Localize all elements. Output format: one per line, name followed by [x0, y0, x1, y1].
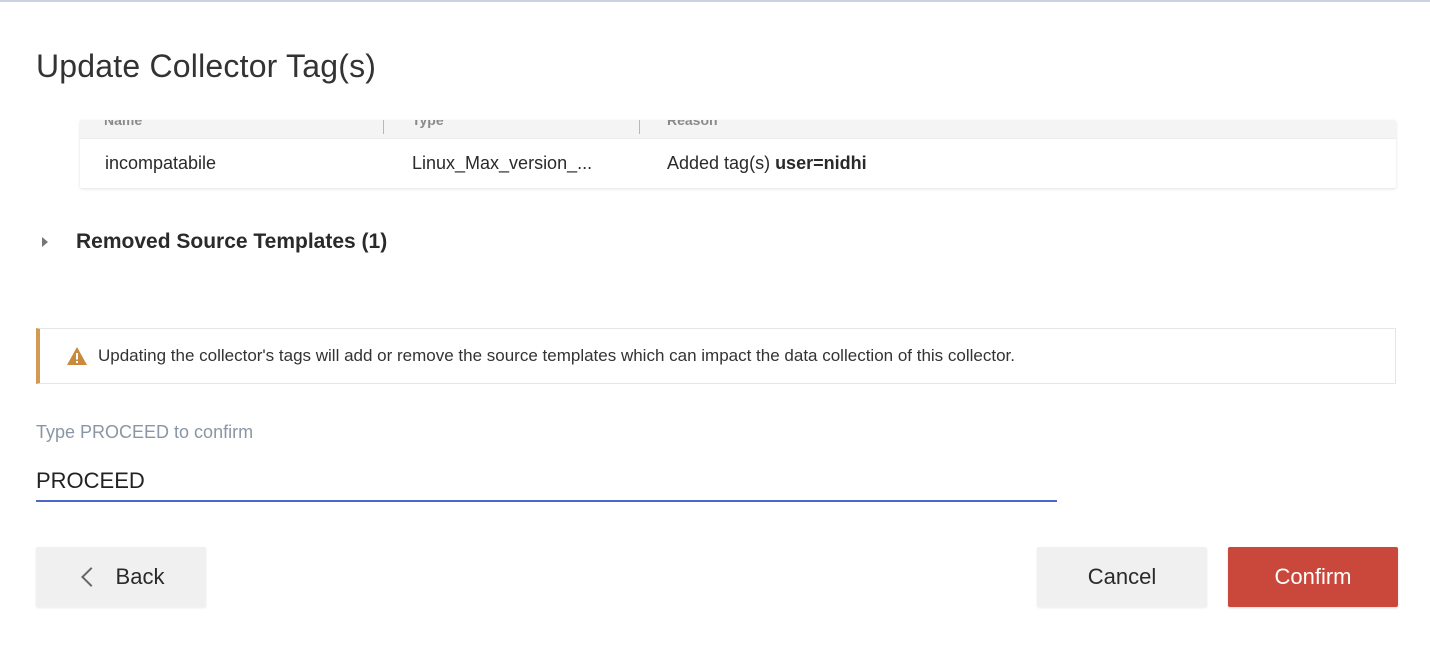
- column-header-type: Type: [412, 120, 444, 128]
- cell-name: incompatabile: [105, 153, 217, 173]
- cell-type: Linux_Max_version_...: [412, 153, 593, 173]
- confirm-button-label: Confirm: [1274, 564, 1352, 589]
- reason-tag: user=nidhi: [775, 153, 867, 173]
- cancel-button-label: Cancel: [1087, 564, 1157, 589]
- chevron-left-icon: [80, 567, 101, 587]
- back-button-label: Back: [115, 564, 165, 589]
- column-header-name: Name: [104, 120, 143, 128]
- back-button[interactable]: Back: [36, 547, 206, 607]
- removed-templates-label: Removed Source Templates (1): [76, 230, 388, 253]
- column-divider: [639, 120, 640, 134]
- proceed-confirm-input[interactable]: [36, 462, 1057, 502]
- confirm-field-label: Type PROCEED to confirm: [36, 422, 254, 442]
- column-header-reason: Reason: [667, 120, 718, 128]
- warning-icon: [67, 347, 87, 365]
- added-templates-table: Name Type Reason incompatabile Linux_Max…: [80, 120, 1396, 188]
- table-row: incompatabile Linux_Max_version_... Adde…: [80, 138, 1396, 188]
- confirm-button[interactable]: Confirm: [1228, 547, 1398, 607]
- cell-reason: Added tag(s) user=nidhi: [667, 153, 867, 174]
- removed-templates-toggle[interactable]: Removed Source Templates (1): [42, 228, 387, 256]
- alert-message: Updating the collector's tags will add o…: [98, 346, 1015, 365]
- column-divider: [383, 120, 384, 134]
- caret-right-icon: [42, 237, 48, 247]
- cancel-button[interactable]: Cancel: [1037, 547, 1207, 607]
- top-divider: [0, 0, 1430, 2]
- table-header: Name Type Reason: [80, 120, 1396, 138]
- reason-text: Added tag(s): [667, 153, 776, 173]
- dialog-title: Update Collector Tag(s): [36, 48, 377, 84]
- warning-alert: Updating the collector's tags will add o…: [36, 328, 1396, 384]
